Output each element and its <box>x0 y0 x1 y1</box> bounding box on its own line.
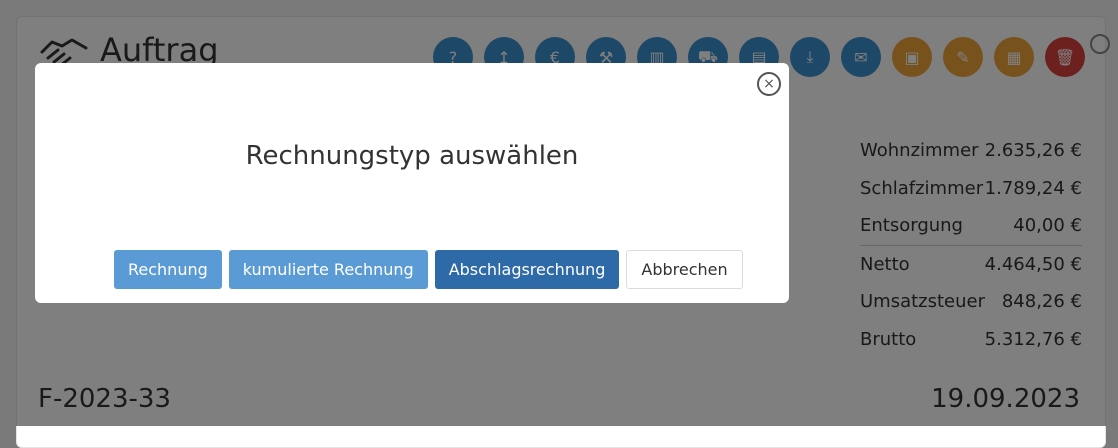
dialog-buttons: Rechnung kumulierte Rechnung Abschlagsre… <box>114 250 743 289</box>
kumulierte-rechnung-button[interactable]: kumulierte Rechnung <box>228 250 428 289</box>
close-icon[interactable]: × <box>757 72 781 96</box>
abschlagsrechnung-button[interactable]: Abschlagsrechnung <box>434 250 620 289</box>
dialog-title: Rechnungstyp auswählen <box>245 141 579 171</box>
abbrechen-button[interactable]: Abbrechen <box>626 250 743 289</box>
rechnung-button[interactable]: Rechnung <box>114 250 222 289</box>
invoice-type-dialog: × Rechnungstyp auswählen Rechnung kumuli… <box>35 63 789 303</box>
